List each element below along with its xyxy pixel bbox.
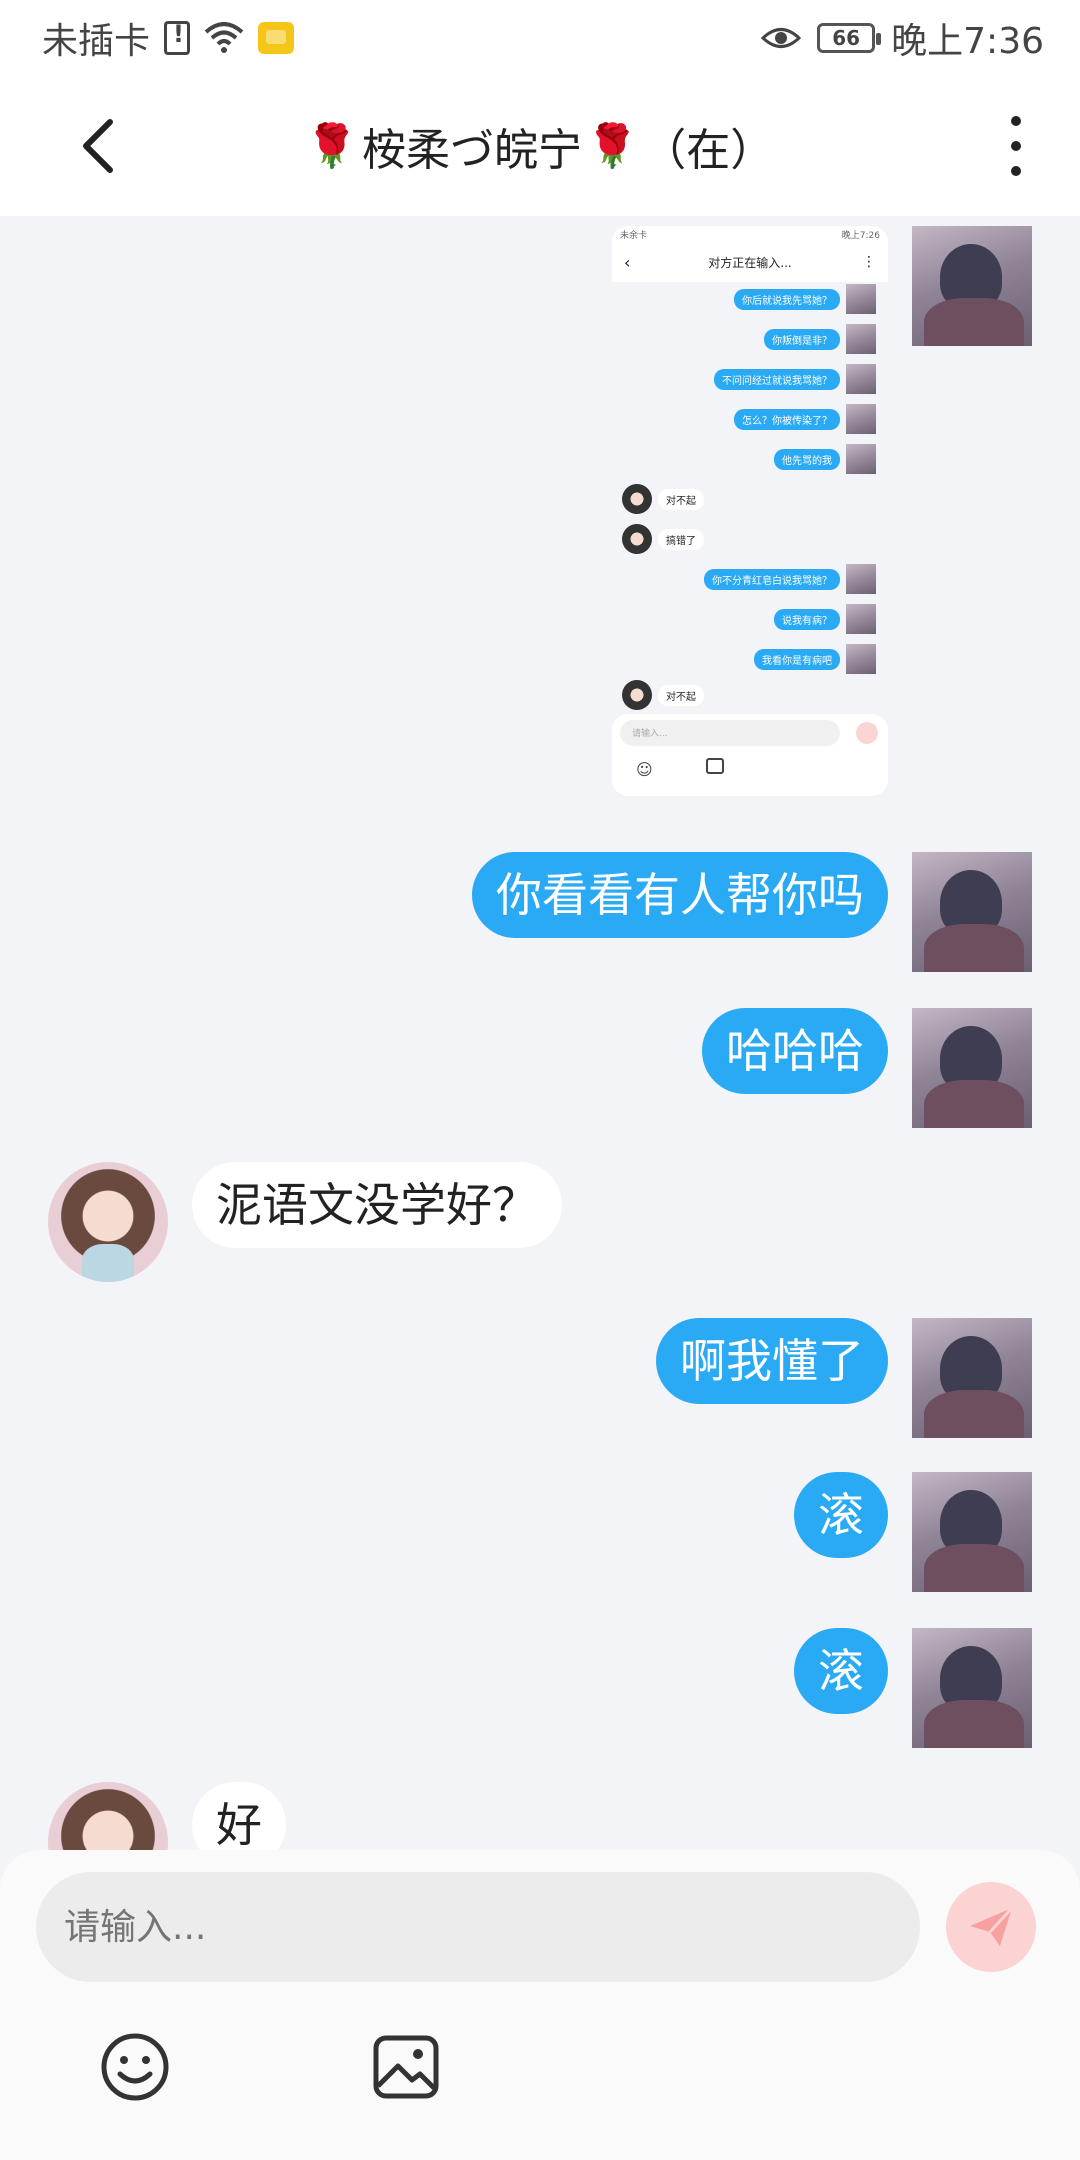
my-avatar[interactable] (912, 226, 1032, 346)
shot-bubble: 搞错了 (658, 528, 704, 550)
message-input[interactable] (36, 1872, 920, 1982)
shot-avatar (622, 484, 652, 514)
shot-input-panel: 请输入... ☺ (612, 714, 888, 796)
input-panel (0, 1850, 1080, 2160)
shot-avatar (846, 644, 876, 674)
wifi-icon (204, 22, 244, 53)
shot-bubble: 你不分青红皂白说我骂她？ (704, 568, 840, 590)
message-bubble[interactable]: 你看看有人帮你吗 (472, 852, 888, 938)
status-right: 66 晚上7:36 (761, 12, 1044, 64)
shot-row: 对不起 (622, 680, 704, 710)
shot-more-icon: ⋮ (862, 254, 876, 270)
my-avatar[interactable] (912, 1628, 1032, 1748)
shot-bubble: 不问问经过就说我骂她？ (714, 368, 840, 390)
contact-avatar[interactable] (48, 1162, 168, 1282)
shot-bubble: 说我有病？ (774, 608, 840, 630)
shot-bubble: 你后就说我先骂她？ (734, 288, 840, 310)
shot-bubble: 对不起 (658, 488, 704, 510)
shot-title: 对方正在输入... (708, 255, 792, 270)
message-bubble[interactable]: 滚 (794, 1472, 888, 1558)
send-icon (970, 1906, 1014, 1946)
menu-dot (1011, 141, 1021, 151)
message-bubble[interactable]: 滚 (794, 1628, 888, 1714)
shot-avatar (846, 564, 876, 594)
status-bar: 未插卡 66 晚上7:36 (0, 0, 1080, 76)
shot-avatar (846, 404, 876, 434)
menu-dot (1011, 116, 1021, 126)
shot-bubble: 他先骂的我 (774, 448, 840, 470)
shot-bubble: 我看你是有病吧 (754, 648, 840, 670)
my-avatar[interactable] (912, 852, 1032, 972)
shot-avatar (846, 364, 876, 394)
contact-avatar[interactable] (48, 1782, 168, 1850)
shot-avatar (622, 680, 652, 710)
shot-row: 你后就说我先骂她？ (734, 284, 876, 314)
shot-row: 不问问经过就说我骂她？ (714, 364, 876, 394)
chat-list[interactable]: 未余卡 晚上7:26 ‹ 对方正在输入... ⋮ 你后就说我先骂她？ 你叛倒是非… (0, 216, 1080, 1850)
shot-row: 你叛倒是非？ (764, 324, 876, 354)
menu-dot (1011, 166, 1021, 176)
shot-avatar (846, 444, 876, 474)
message-bubble[interactable]: 啊我懂了 (656, 1318, 888, 1404)
shot-back-icon: ‹ (624, 252, 631, 272)
shot-status-left: 未余卡 (620, 231, 648, 241)
shot-row: 他先骂的我 (774, 444, 876, 474)
shot-avatar (622, 524, 652, 554)
shot-row: 怎么？你被传染了？ (734, 404, 876, 434)
shot-image-icon (706, 758, 724, 774)
image-icon[interactable] (370, 2030, 442, 2104)
shot-header: ‹ 对方正在输入... ⋮ (612, 242, 888, 282)
contact-name: 桉柔づ皖宁 (362, 125, 582, 176)
shot-bubble: 对不起 (658, 684, 704, 706)
online-status: （在） (642, 125, 775, 176)
shot-row: 说我有病？ (774, 604, 876, 634)
chat-header: 🌹 桉柔づ皖宁 🌹 （在） (0, 76, 1080, 216)
my-avatar[interactable] (912, 1008, 1032, 1128)
more-menu-button[interactable] (1006, 116, 1026, 176)
shot-status-right: 晚上7:26 (841, 231, 880, 241)
send-button[interactable] (946, 1882, 1036, 1972)
shot-bubble: 怎么？你被传染了？ (734, 408, 840, 430)
shot-avatar (846, 324, 876, 354)
smile-icon[interactable] (98, 2030, 172, 2104)
back-button[interactable] (70, 114, 130, 178)
rose-emoji-right: 🌹 (586, 121, 639, 170)
my-avatar[interactable] (912, 1318, 1032, 1438)
shot-row: 我看你是有病吧 (754, 644, 876, 674)
message-bubble[interactable]: 哈哈哈 (702, 1008, 888, 1094)
shot-row: 搞错了 (622, 524, 704, 554)
battery-icon: 66 (817, 23, 882, 53)
sim-alert-icon (164, 20, 191, 55)
shot-avatar (846, 604, 876, 634)
shot-send-icon (856, 722, 878, 744)
shot-row: 对不起 (622, 484, 704, 514)
my-avatar[interactable] (912, 1472, 1032, 1592)
shot-status-bar: 未余卡 晚上7:26 (612, 226, 888, 242)
shot-avatar (846, 284, 876, 314)
shot-smile-icon: ☺ (636, 760, 653, 779)
message-bubble[interactable]: 好 (192, 1782, 286, 1850)
page-title: 🌹 桉柔づ皖宁 🌹 （在） (0, 114, 1080, 178)
shot-bubble: 你叛倒是非？ (764, 328, 840, 350)
notification-icon (258, 22, 295, 54)
carrier-text: 未插卡 (42, 21, 151, 62)
eye-icon (761, 28, 802, 48)
shot-row: 你不分青红皂白说我骂她？ (704, 564, 876, 594)
rose-emoji-left: 🌹 (305, 121, 358, 170)
message-bubble[interactable]: 泥语文没学好？ (192, 1162, 562, 1248)
status-left: 未插卡 (42, 12, 295, 64)
clock: 晚上7:36 (891, 21, 1044, 62)
message-image[interactable]: 未余卡 晚上7:26 ‹ 对方正在输入... ⋮ 你后就说我先骂她？ 你叛倒是非… (612, 226, 888, 796)
shot-input-field: 请输入... (620, 720, 840, 746)
